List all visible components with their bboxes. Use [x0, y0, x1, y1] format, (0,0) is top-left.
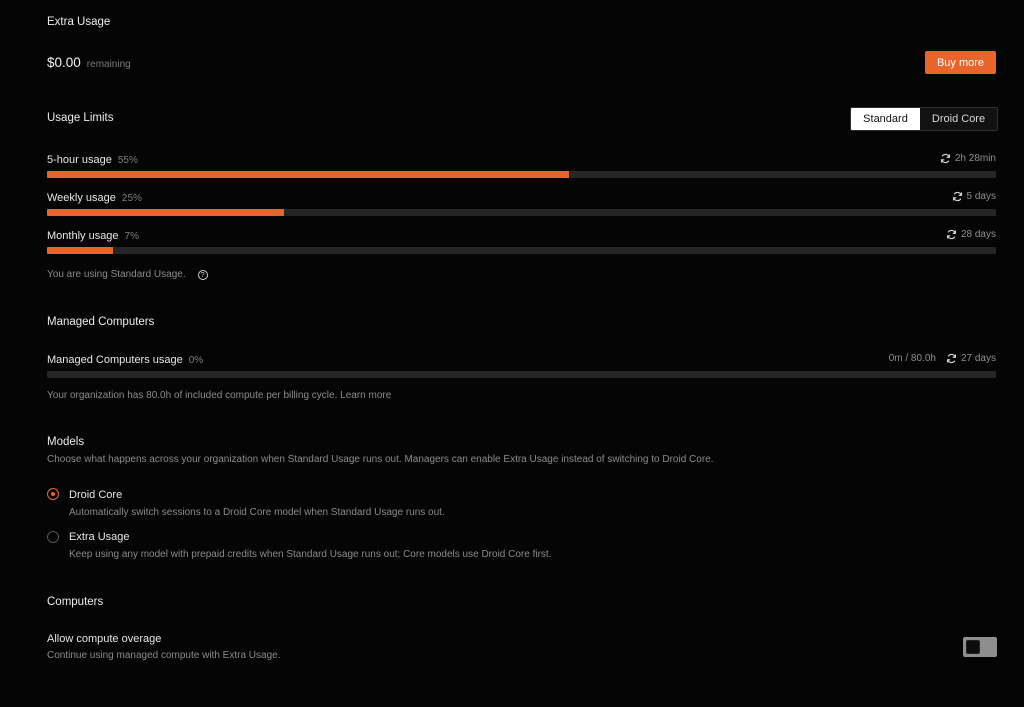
usage-row-5hour: 5-hour usage 55%	[47, 152, 138, 166]
reset-time: 28 days	[960, 229, 996, 240]
usage-reset-weekly: 5 days	[952, 191, 996, 202]
extra-usage-balance: $0.00 remaining	[47, 55, 131, 70]
usage-bar-monthly	[47, 247, 996, 254]
usage-label: Monthly usage	[47, 230, 119, 242]
help-icon[interactable]: ?	[197, 269, 208, 280]
reset-time: 2h 28min	[954, 153, 996, 164]
managed-computers-meta: 0m / 80.0h 27 days	[889, 353, 996, 364]
compute-overage-title: Allow compute overage	[47, 633, 162, 645]
compute-overage-desc: Continue using managed compute with Extr…	[47, 650, 281, 661]
droid-core-radio[interactable]	[47, 488, 59, 500]
usage-bar-weekly	[47, 209, 996, 216]
buy-more-button[interactable]: Buy more	[925, 51, 996, 74]
refresh-icon	[952, 191, 962, 202]
managed-computers-heading: Managed Computers	[47, 316, 155, 328]
usage-bar-fill	[47, 171, 569, 178]
droid-core-option-title[interactable]: Droid Core	[69, 489, 122, 501]
managed-computers-reset: 27 days	[946, 353, 996, 364]
balance-suffix: remaining	[86, 59, 131, 70]
refresh-icon	[940, 153, 950, 164]
toggle-knob	[966, 640, 980, 654]
extra-usage-option-title[interactable]: Extra Usage	[69, 531, 130, 543]
usage-reset-5hour: 2h 28min	[940, 153, 996, 164]
usage-row-weekly: Weekly usage 25%	[47, 190, 142, 204]
refresh-icon	[946, 229, 957, 240]
usage-bar-fill	[47, 247, 114, 254]
reset-time: 5 days	[966, 191, 996, 202]
usage-bar-5hour	[47, 171, 996, 178]
managed-computers-note: Your organization has 80.0h of included …	[47, 390, 392, 401]
reset-time: 27 days	[960, 353, 996, 364]
models-heading: Models	[47, 436, 85, 448]
usage-reset-monthly: 28 days	[946, 229, 996, 240]
managed-computers-row: Managed Computers usage 0%	[47, 352, 203, 366]
usage-label: Weekly usage	[47, 192, 116, 204]
managed-computers-label: Managed Computers usage	[47, 354, 183, 366]
managed-computers-bar	[47, 371, 996, 378]
computers-heading: Computers	[47, 596, 104, 608]
usage-percent: 55%	[117, 155, 138, 166]
extra-usage-option-desc: Keep using any model with prepaid credit…	[69, 549, 552, 560]
compute-amount: 0m / 80.0h	[888, 353, 936, 364]
usage-mode-toggle: Standard Droid Core	[850, 107, 998, 131]
tab-standard[interactable]: Standard	[851, 108, 920, 130]
extra-usage-radio[interactable]	[47, 531, 59, 543]
extra-usage-heading: Extra Usage	[47, 16, 111, 28]
usage-row-monthly: Monthly usage 7%	[47, 228, 139, 242]
usage-percent: 7%	[124, 231, 139, 242]
balance-amount: $0.00	[47, 55, 81, 70]
usage-percent: 25%	[121, 193, 142, 204]
models-description: Choose what happens across your organiza…	[47, 454, 714, 465]
usage-label: 5-hour usage	[47, 154, 112, 166]
standard-usage-note: You are using Standard Usage. ?	[47, 269, 208, 280]
managed-computers-percent: 0%	[188, 355, 204, 366]
usage-bar-fill	[47, 209, 285, 216]
usage-limits-heading: Usage Limits	[47, 112, 114, 124]
usage-settings-page: Extra Usage $0.00 remaining Buy more Usa…	[0, 0, 1024, 707]
droid-core-option-desc: Automatically switch sessions to a Droid…	[69, 507, 445, 518]
compute-overage-toggle[interactable]	[963, 637, 997, 657]
refresh-icon	[946, 353, 957, 364]
tab-droid-core[interactable]: Droid Core	[920, 108, 997, 130]
standard-usage-text: You are using Standard Usage.	[47, 269, 186, 280]
